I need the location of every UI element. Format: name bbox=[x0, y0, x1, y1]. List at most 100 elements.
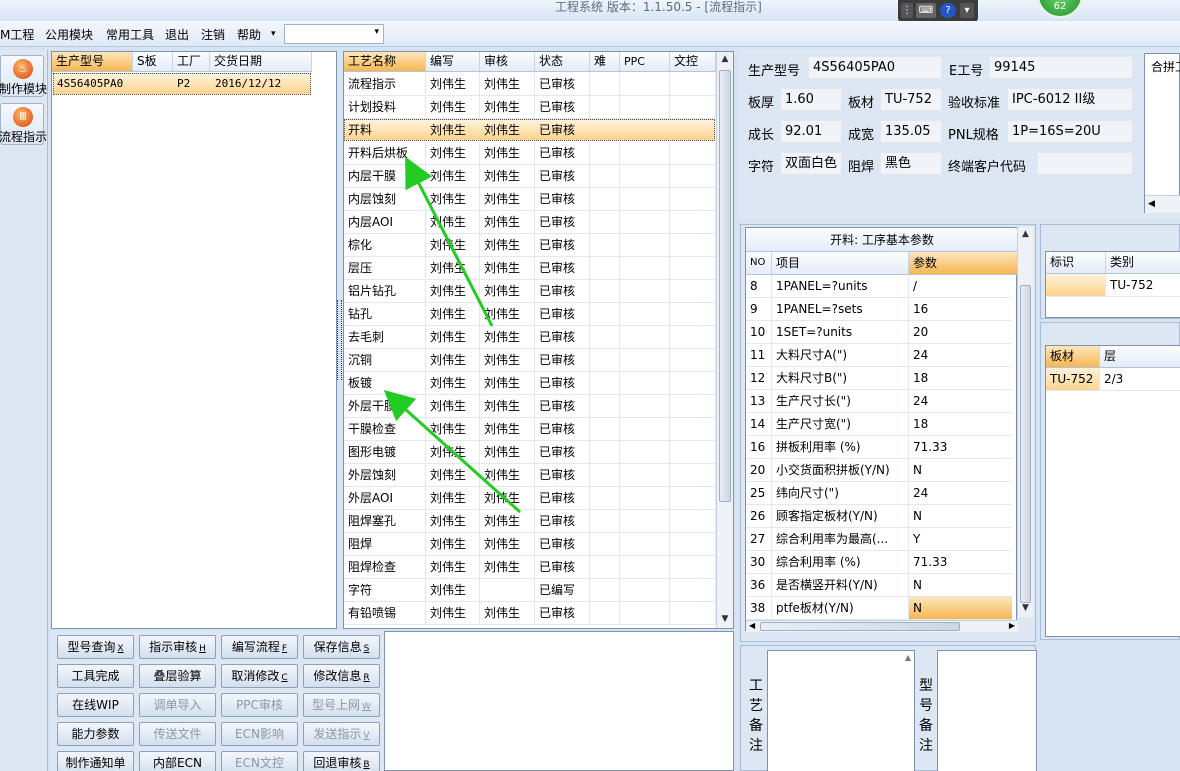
column-header[interactable]: 工艺名称 bbox=[344, 52, 426, 72]
reviewer-cell[interactable]: 刘伟生 bbox=[480, 165, 535, 188]
param-no-cell[interactable]: 12 bbox=[746, 367, 772, 390]
doc-control-cell[interactable] bbox=[670, 556, 716, 579]
difficulty-cell[interactable] bbox=[590, 464, 620, 487]
ppc-cell[interactable] bbox=[620, 303, 670, 326]
material-cell[interactable]: TU-752 bbox=[1046, 368, 1100, 391]
ppc-cell[interactable] bbox=[620, 487, 670, 510]
process-name-cell[interactable]: 有铅喷锡 bbox=[344, 602, 426, 625]
reviewer-cell[interactable]: 刘伟生 bbox=[480, 418, 535, 441]
reviewer-cell[interactable]: 刘伟生 bbox=[480, 73, 535, 96]
action-button[interactable]: 内部ECN bbox=[139, 751, 216, 771]
horizontal-scrollbar[interactable]: ◀ bbox=[1145, 195, 1180, 213]
writer-cell[interactable]: 刘伟生 bbox=[426, 142, 480, 165]
menu-engineering[interactable]: M工程 bbox=[0, 26, 34, 43]
param-value-cell[interactable]: 24 bbox=[909, 482, 1012, 505]
doc-control-cell[interactable] bbox=[670, 579, 716, 602]
process-name-cell[interactable]: 棕化 bbox=[344, 234, 426, 257]
reviewer-cell[interactable]: 刘伟生 bbox=[480, 441, 535, 464]
difficulty-cell[interactable] bbox=[590, 257, 620, 280]
status-cell[interactable]: 已审核 bbox=[535, 372, 590, 395]
writer-cell[interactable]: 刘伟生 bbox=[426, 165, 480, 188]
writer-cell[interactable]: 刘伟生 bbox=[426, 441, 480, 464]
status-cell[interactable]: 已审核 bbox=[535, 280, 590, 303]
column-header[interactable]: 文控 bbox=[670, 52, 716, 72]
param-item-cell[interactable]: 纬向尺寸(") bbox=[772, 482, 909, 505]
doc-control-cell[interactable] bbox=[670, 211, 716, 234]
process-name-cell[interactable]: 沉铜 bbox=[344, 349, 426, 372]
param-no-cell[interactable]: 38 bbox=[746, 597, 772, 620]
ppc-cell[interactable] bbox=[620, 372, 670, 395]
action-button[interactable]: PPC审核 bbox=[221, 693, 298, 717]
param-item-cell[interactable]: 1SET=?units bbox=[772, 321, 909, 344]
process-name-cell[interactable]: 板镀 bbox=[344, 372, 426, 395]
difficulty-cell[interactable] bbox=[590, 119, 620, 142]
module-button-flow[interactable]: Ⅲ 流程指示 bbox=[0, 103, 47, 145]
difficulty-cell[interactable] bbox=[590, 395, 620, 418]
param-value-cell[interactable]: 18 bbox=[909, 367, 1012, 390]
param-no-cell[interactable]: 10 bbox=[746, 321, 772, 344]
column-header[interactable]: NO bbox=[746, 252, 772, 275]
reviewer-cell[interactable]: 刘伟生 bbox=[480, 464, 535, 487]
reviewer-cell[interactable]: 刘伟生 bbox=[480, 372, 535, 395]
param-value-cell[interactable]: N bbox=[909, 574, 1012, 597]
difficulty-cell[interactable] bbox=[590, 211, 620, 234]
layer-cell[interactable]: 2/3 bbox=[1100, 368, 1180, 391]
status-cell[interactable]: 已审核 bbox=[535, 257, 590, 280]
writer-cell[interactable]: 刘伟生 bbox=[426, 533, 480, 556]
difficulty-cell[interactable] bbox=[590, 165, 620, 188]
difficulty-cell[interactable] bbox=[590, 280, 620, 303]
status-cell[interactable]: 已审核 bbox=[535, 211, 590, 234]
process-name-cell[interactable]: 去毛刺 bbox=[344, 326, 426, 349]
process-name-cell[interactable]: 层压 bbox=[344, 257, 426, 280]
action-button[interactable]: 型号查询 X bbox=[57, 635, 134, 659]
params-hscrollbar[interactable]: ◀ ▶ bbox=[746, 620, 1018, 632]
status-cell[interactable]: 已编写 bbox=[535, 579, 590, 602]
ppc-cell[interactable] bbox=[620, 418, 670, 441]
status-cell[interactable]: 已审核 bbox=[535, 73, 590, 96]
writer-cell[interactable]: 刘伟生 bbox=[426, 579, 480, 602]
status-cell[interactable]: 已审核 bbox=[535, 556, 590, 579]
scroll-up-icon[interactable]: ▲ bbox=[1018, 229, 1033, 239]
params-scrollbar[interactable]: ▲ ▼ bbox=[1017, 227, 1033, 617]
scroll-up-icon[interactable]: ▲ bbox=[717, 54, 733, 64]
action-button[interactable]: 工具完成 bbox=[57, 664, 134, 688]
writer-cell[interactable]: 刘伟生 bbox=[426, 487, 480, 510]
action-button[interactable]: 发送指示 V bbox=[303, 722, 380, 746]
status-cell[interactable]: 已审核 bbox=[535, 349, 590, 372]
action-button[interactable]: 指示审核 H bbox=[139, 635, 216, 659]
process-name-cell[interactable]: 钻孔 bbox=[344, 303, 426, 326]
difficulty-cell[interactable] bbox=[590, 142, 620, 165]
process-name-cell[interactable]: 内层AOI bbox=[344, 211, 426, 234]
writer-cell[interactable]: 刘伟生 bbox=[426, 96, 480, 119]
writer-cell[interactable]: 刘伟生 bbox=[426, 73, 480, 96]
difficulty-cell[interactable] bbox=[590, 326, 620, 349]
reviewer-cell[interactable]: 刘伟生 bbox=[480, 211, 535, 234]
menu-common-modules[interactable]: 公用模块 bbox=[45, 26, 93, 43]
difficulty-cell[interactable] bbox=[590, 579, 620, 602]
status-cell[interactable]: 已审核 bbox=[535, 602, 590, 625]
menu-help[interactable]: 帮助 bbox=[237, 26, 261, 43]
process-name-cell[interactable]: 外层干膜 bbox=[344, 395, 426, 418]
ppc-cell[interactable] bbox=[620, 234, 670, 257]
param-value-cell[interactable]: 20 bbox=[909, 321, 1012, 344]
scroll-thumb[interactable] bbox=[719, 70, 731, 502]
reviewer-cell[interactable]: 刘伟生 bbox=[480, 234, 535, 257]
column-header[interactable]: S板 bbox=[133, 52, 173, 72]
doc-control-cell[interactable] bbox=[670, 418, 716, 441]
reviewer-cell[interactable]: 刘伟生 bbox=[480, 280, 535, 303]
action-button[interactable]: 保存信息 S bbox=[303, 635, 380, 659]
param-item-cell[interactable]: 生产尺寸宽(") bbox=[772, 413, 909, 436]
status-cell[interactable]: 已审核 bbox=[535, 119, 590, 142]
param-no-cell[interactable]: 20 bbox=[746, 459, 772, 482]
scroll-left-icon[interactable]: ◀ bbox=[749, 621, 755, 630]
minimize-icon[interactable]: ▾ bbox=[960, 3, 974, 18]
writer-cell[interactable]: 刘伟生 bbox=[426, 395, 480, 418]
param-no-cell[interactable]: 9 bbox=[746, 298, 772, 321]
status-cell[interactable]: 已审核 bbox=[535, 234, 590, 257]
doc-control-cell[interactable] bbox=[670, 257, 716, 280]
standard-value[interactable]: IPC-6012 II级 bbox=[1007, 88, 1133, 111]
ppc-cell[interactable] bbox=[620, 165, 670, 188]
writer-cell[interactable]: 刘伟生 bbox=[426, 602, 480, 625]
ppc-cell[interactable] bbox=[620, 579, 670, 602]
writer-cell[interactable]: 刘伟生 bbox=[426, 418, 480, 441]
